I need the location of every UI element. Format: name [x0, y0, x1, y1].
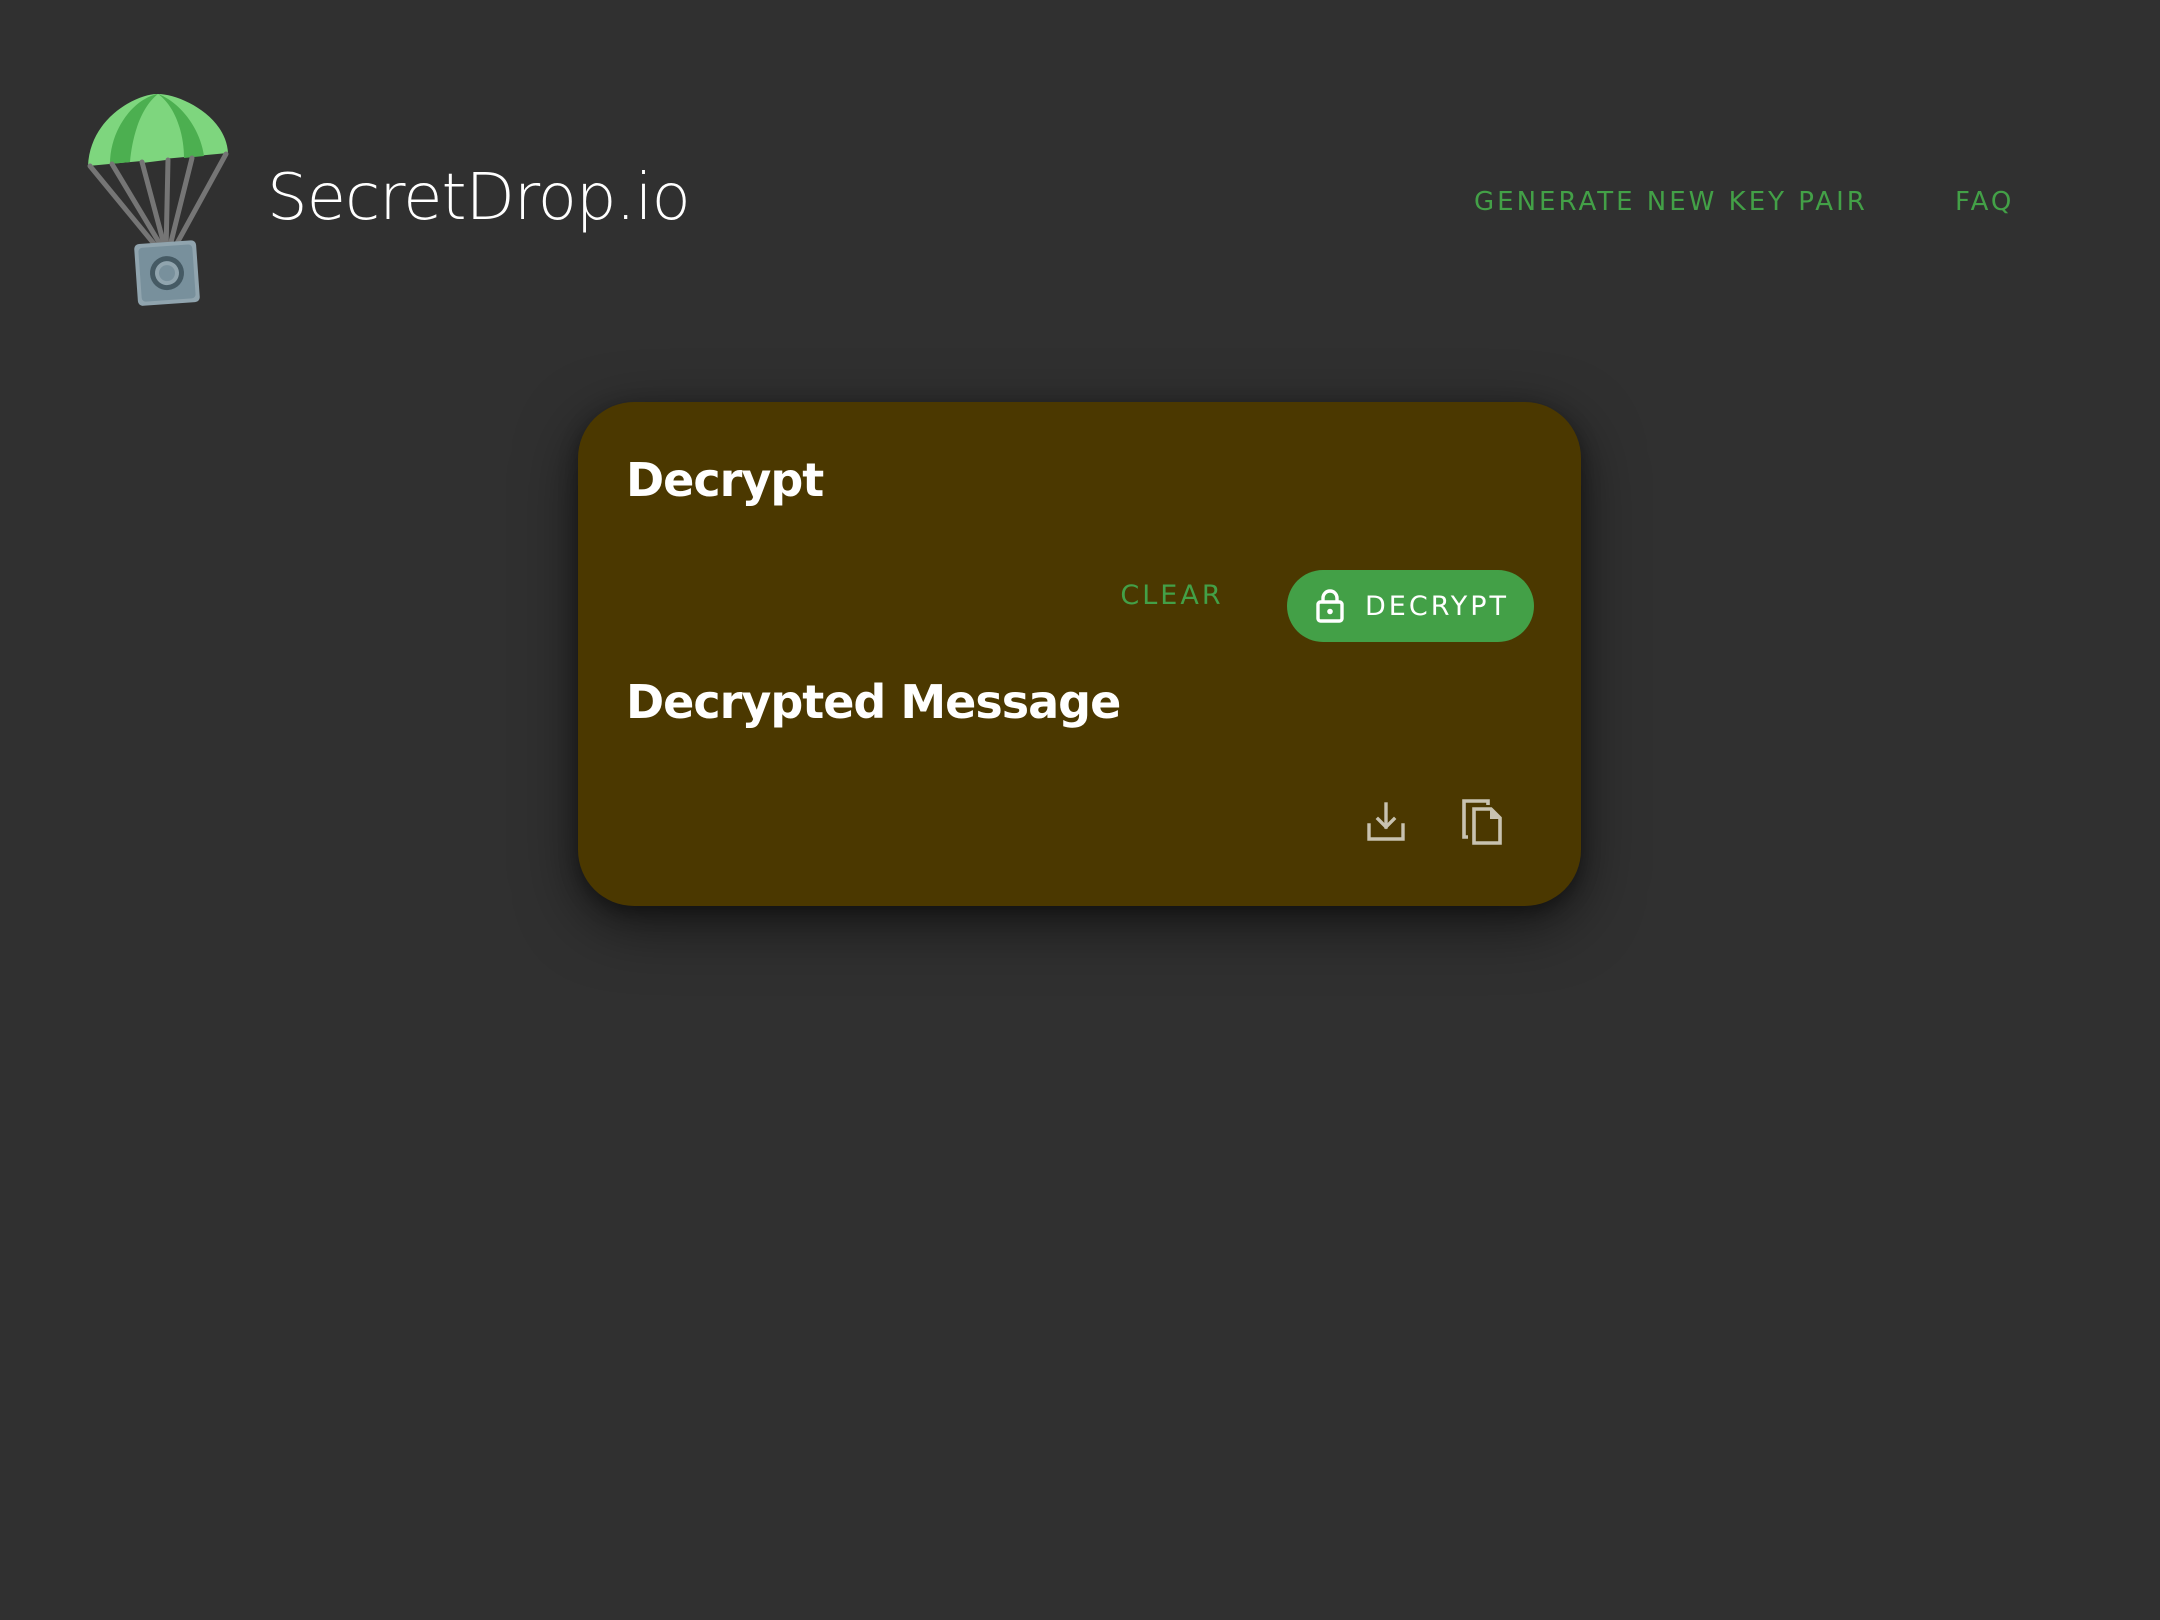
decrypt-heading: Decrypt: [626, 453, 824, 507]
decrypt-button-label: DECRYPT: [1365, 590, 1510, 622]
lock-icon: [1315, 588, 1345, 624]
nav-faq-link[interactable]: FAQ: [1955, 184, 2014, 220]
download-icon: [1366, 801, 1406, 848]
copy-button[interactable]: [1452, 794, 1512, 854]
download-button[interactable]: [1356, 794, 1416, 854]
page: SecretDrop.io GENERATE NEW KEY PAIR FAQ …: [0, 0, 2160, 1620]
decrypt-card: Decrypt CLEAR DECRYPT Decrypted Message: [578, 402, 1581, 906]
nav-generate-key-pair-link[interactable]: GENERATE NEW KEY PAIR: [1474, 184, 1868, 220]
app-title: SecretDrop.io: [267, 161, 691, 235]
clear-button[interactable]: CLEAR: [1118, 570, 1226, 622]
decrypted-message-heading: Decrypted Message: [626, 675, 1121, 729]
decrypt-button[interactable]: DECRYPT: [1287, 570, 1534, 642]
parachute-logo-icon: [80, 88, 240, 318]
copy-icon: [1460, 797, 1504, 852]
